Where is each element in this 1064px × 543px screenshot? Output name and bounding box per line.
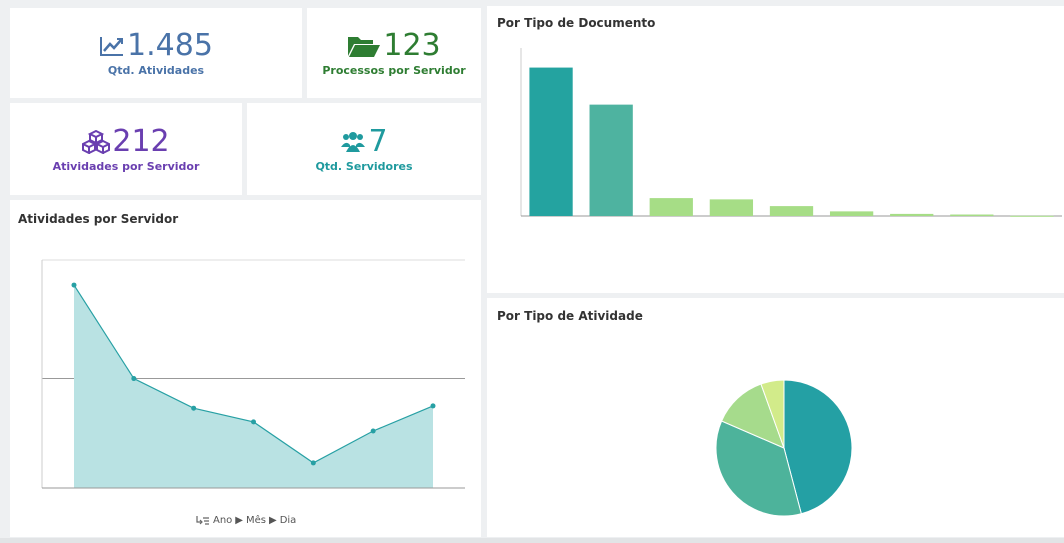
data-point [310, 460, 316, 466]
drill-path[interactable]: Ano ▶ Mês ▶ Dia [196, 515, 296, 526]
data-point [370, 428, 376, 434]
kpi-value: 1.485 [127, 27, 213, 63]
folder-open-icon [348, 36, 381, 57]
bar [589, 104, 633, 216]
drill-ano: Ano [213, 515, 233, 526]
bar [890, 213, 934, 216]
play-icon: ▶ [235, 515, 243, 526]
kpi-value: 123 [383, 27, 441, 63]
series-area [74, 285, 433, 488]
kpi-label: Qtd. Atividades [107, 63, 205, 77]
bar [529, 67, 573, 216]
kpi-label: Atividades por Servidor [52, 159, 200, 173]
kpi-atividades-por-servidor[interactable]: 212 Atividades por Servidor [10, 103, 242, 195]
play-icon: ▶ [269, 515, 277, 526]
drilldown-icon [196, 516, 209, 525]
data-point [131, 376, 137, 382]
pie-chart[interactable] [487, 298, 1064, 537]
bottom-strip [0, 538, 1064, 543]
bar [649, 198, 693, 216]
bar [709, 199, 754, 216]
line-chart[interactable] [10, 200, 481, 537]
bar-chart[interactable] [487, 6, 1064, 293]
drill-mes: Mês [246, 515, 266, 526]
pie-chart-panel[interactable]: Por Tipo de Atividade [487, 298, 1064, 537]
trend-up-icon [100, 36, 124, 56]
kpi-value: 212 [112, 123, 170, 159]
data-point [71, 282, 77, 288]
users-icon [341, 131, 366, 152]
drill-dia: Dia [279, 515, 297, 526]
kpi-label: Processos por Servidor [322, 63, 466, 77]
data-point [251, 419, 256, 425]
kpi-qtd-servidores[interactable]: 7 Qtd. Servidores [247, 103, 481, 195]
bar [769, 206, 814, 216]
bar [1010, 215, 1054, 217]
bar [950, 214, 994, 216]
kpi-value: 7 [368, 123, 388, 159]
cubes-icon [82, 129, 111, 154]
kpi-processos-por-servidor[interactable]: 123 Processos por Servidor [307, 8, 481, 98]
line-chart-panel[interactable]: Atividades por Servidor Ano ▶ Mês ▶ Dia [10, 200, 481, 537]
bar [829, 211, 874, 216]
data-point [191, 405, 197, 411]
kpi-qtd-atividades[interactable]: 1.485 Qtd. Atividades [10, 8, 302, 98]
kpi-label: Qtd. Servidores [315, 159, 413, 173]
bar-chart-panel[interactable]: Por Tipo de Documento [487, 6, 1064, 293]
data-point [430, 403, 436, 409]
